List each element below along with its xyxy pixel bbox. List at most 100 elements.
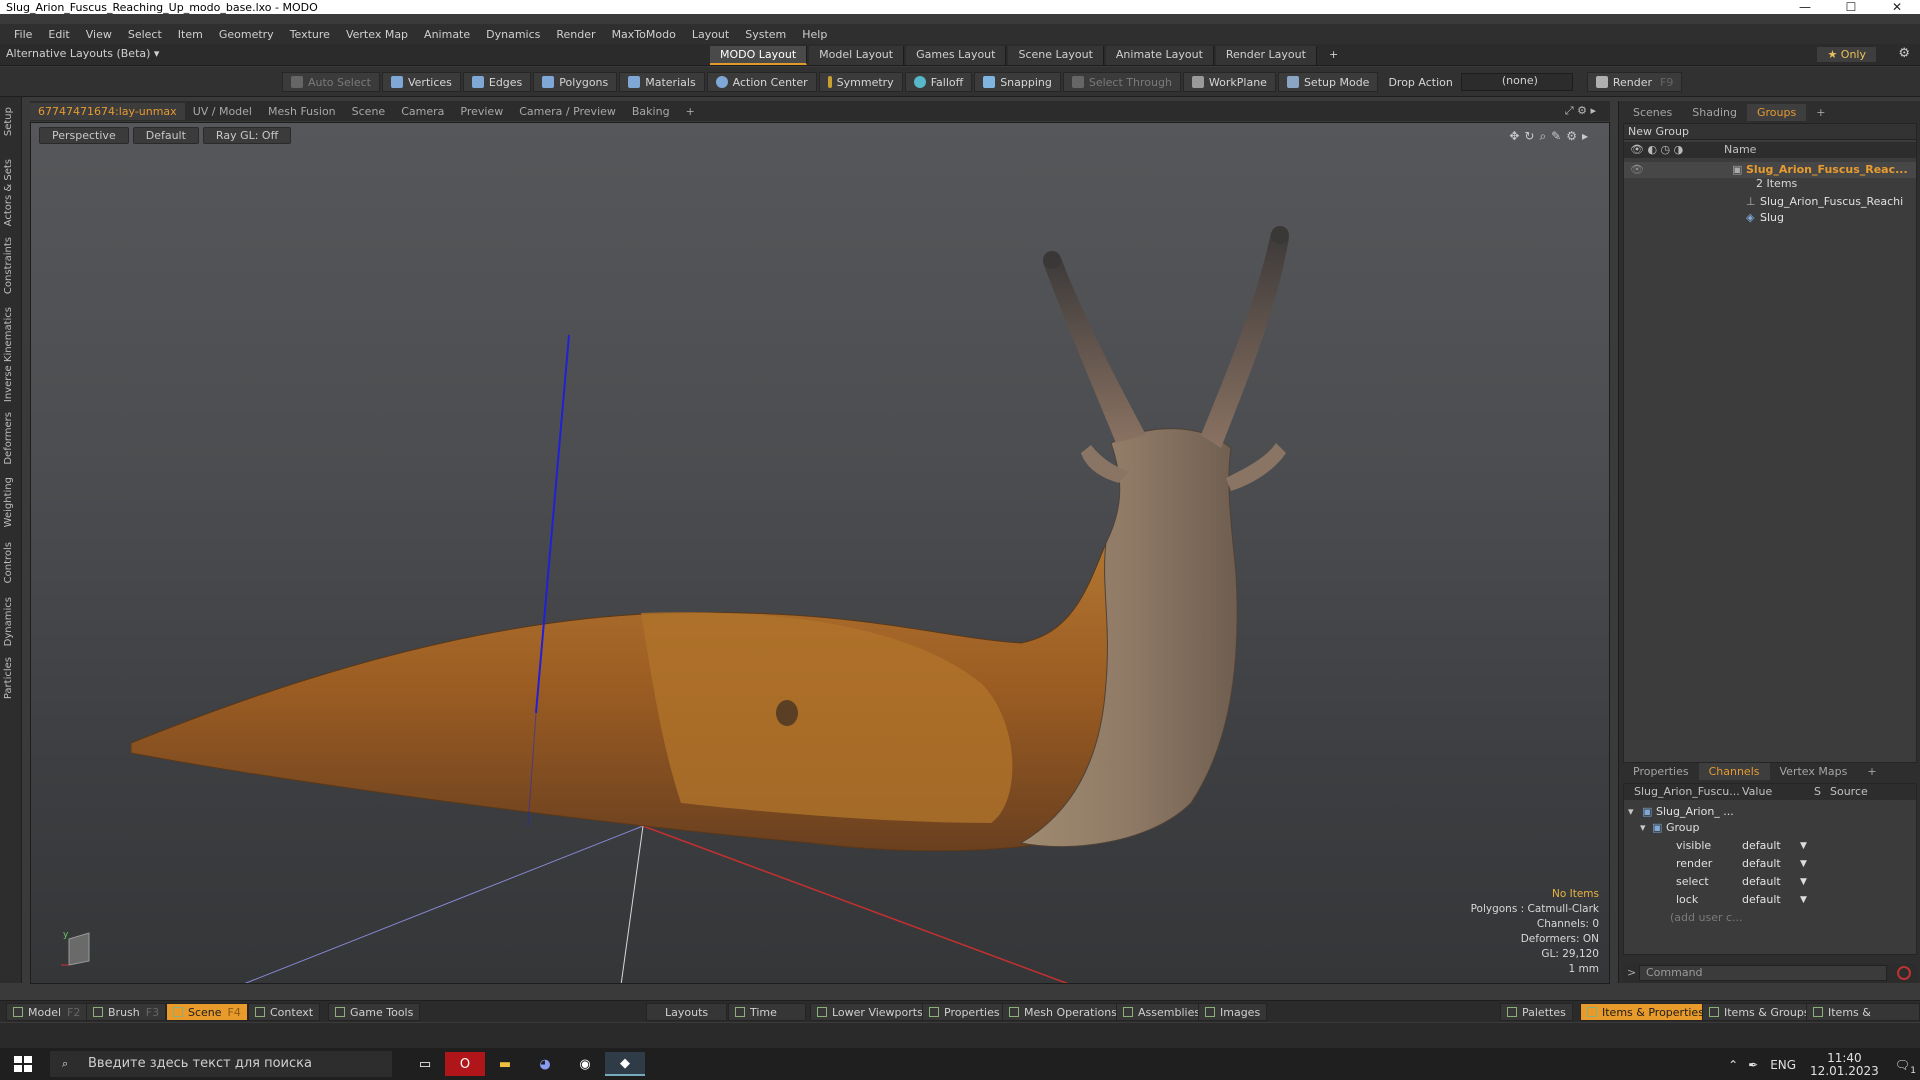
tab-lay-unmax[interactable]: 67747471674:lay-unmax (30, 102, 185, 120)
dropdown-arrow-icon[interactable]: ▼ (1800, 856, 1807, 872)
command-input[interactable]: Command (1639, 965, 1887, 981)
tray-chevron-icon[interactable]: ⌃ (1728, 1058, 1738, 1072)
images-button[interactable]: Images (1198, 1003, 1268, 1021)
context-button[interactable]: Context (248, 1003, 321, 1021)
chrome-icon[interactable]: ◉ (565, 1052, 605, 1076)
add-user-channel-row[interactable]: (add user c... (1624, 910, 1916, 926)
time-button[interactable]: Time (728, 1003, 806, 1021)
menu-system[interactable]: System (737, 28, 794, 41)
strip-setup[interactable]: Setup (3, 107, 14, 136)
dropdown-arrow-icon[interactable]: ▼ (1800, 874, 1807, 890)
tab-mesh-fusion[interactable]: Mesh Fusion (260, 103, 344, 120)
tab-render-layout[interactable]: Render Layout (1215, 46, 1317, 65)
tab-shading[interactable]: Shading (1682, 104, 1747, 121)
strip-dynamics[interactable]: Dynamics (3, 597, 14, 646)
tab-uv-model[interactable]: UV / Model (185, 103, 260, 120)
strip-inverse-kinematics[interactable]: Inverse Kinematics (3, 307, 14, 402)
select-through-button[interactable]: Select Through (1062, 72, 1181, 92)
items-groups-button[interactable]: Items & Groups (1702, 1003, 1817, 1021)
strip-particles[interactable]: Particles (3, 657, 14, 699)
tab-channels[interactable]: Channels (1698, 762, 1770, 780)
lock-value[interactable]: default (1742, 892, 1781, 908)
channel-row-select[interactable]: select default ▼ (1624, 874, 1916, 890)
opera-icon[interactable]: O (445, 1052, 485, 1076)
expand-gear-icon[interactable]: ⤢ ⚙ ▸ (1557, 102, 1604, 120)
menu-dynamics[interactable]: Dynamics (478, 28, 548, 41)
strip-actors-sets[interactable]: Actors & Sets (3, 159, 14, 226)
menu-texture[interactable]: Texture (282, 28, 338, 41)
materials-button[interactable]: Materials (619, 72, 705, 92)
language-indicator[interactable]: ENG (1770, 1058, 1796, 1072)
channel-row-visible[interactable]: visible default ▼ (1624, 838, 1916, 854)
expand-arrow-icon[interactable]: ▾ (1640, 820, 1646, 836)
tab-scene-layout[interactable]: Scene Layout (1008, 46, 1104, 65)
workplane-button[interactable]: WorkPlane (1182, 72, 1276, 92)
close-button[interactable]: ✕ (1874, 0, 1920, 14)
drop-action-select[interactable]: (none) (1460, 73, 1573, 91)
expand-arrow-icon[interactable]: ▾ (1628, 804, 1634, 820)
menu-render[interactable]: Render (548, 28, 603, 41)
symmetry-button[interactable]: Symmetry (818, 72, 903, 92)
group-child-row[interactable]: ⊥ Slug_Arion_Fuscus_Reachi ... (1624, 194, 1916, 224)
lower-viewports-button[interactable]: Lower Viewports (810, 1003, 930, 1021)
group-child-row[interactable]: ◈ Slug (1624, 210, 1916, 226)
clock[interactable]: 11:40 12.01.2023 (1810, 1052, 1879, 1078)
falloff-button[interactable]: Falloff (904, 72, 973, 92)
menu-layout[interactable]: Layout (684, 28, 737, 41)
assemblies-button[interactable]: Assemblies (1116, 1003, 1208, 1021)
discord-icon[interactable]: ◕ (525, 1052, 565, 1076)
modo-icon[interactable]: ◆ (605, 1052, 645, 1076)
tab-camera-preview[interactable]: Camera / Preview (511, 103, 624, 120)
channel-group-row[interactable]: ▾ ▣ Group (1624, 820, 1916, 836)
add-panel-tab-button[interactable]: + (1806, 104, 1835, 121)
tab-scenes[interactable]: Scenes (1623, 104, 1682, 121)
menu-help[interactable]: Help (794, 28, 835, 41)
strip-constraints[interactable]: Constraints (3, 237, 14, 294)
add-layout-button[interactable]: + (1319, 46, 1348, 65)
menu-item[interactable]: Item (170, 28, 211, 41)
items-shading-button[interactable]: Items & Shading (1806, 1003, 1920, 1037)
tab-properties[interactable]: Properties (1623, 763, 1699, 780)
add-user-channel[interactable]: (add user c... (1670, 910, 1743, 926)
edges-button[interactable]: Edges (462, 72, 532, 92)
tab-animate-layout[interactable]: Animate Layout (1105, 46, 1214, 65)
menu-vertex-map[interactable]: Vertex Map (338, 28, 416, 41)
channel-row-lock[interactable]: lock default ▼ (1624, 892, 1916, 908)
channel-row-render[interactable]: render default ▼ (1624, 856, 1916, 872)
scene-button[interactable]: Scene F4 (166, 1003, 248, 1021)
strip-controls[interactable]: Controls (3, 542, 14, 583)
tab-camera[interactable]: Camera (393, 103, 452, 120)
menu-view[interactable]: View (78, 28, 120, 41)
mesh-operations-button[interactable]: Mesh Operations (1002, 1003, 1124, 1021)
add-tab-button[interactable]: + (678, 103, 703, 120)
palettes-button[interactable]: Palettes (1500, 1003, 1573, 1021)
properties-button[interactable]: Properties (922, 1003, 1007, 1021)
alternative-layouts-dropdown[interactable]: Alternative Layouts (Beta) ▾ (6, 47, 159, 60)
notifications-icon[interactable]: 🗨 1 (1895, 1058, 1916, 1076)
menu-geometry[interactable]: Geometry (211, 28, 282, 41)
file-explorer-icon[interactable]: ▬ (485, 1052, 525, 1076)
layouts-button[interactable]: Layouts (646, 1003, 728, 1021)
minimize-button[interactable]: — (1782, 0, 1828, 14)
polygons-button[interactable]: Polygons (533, 72, 618, 92)
action-center-button[interactable]: Action Center (706, 72, 817, 92)
strip-deformers[interactable]: Deformers (3, 412, 14, 465)
menu-animate[interactable]: Animate (416, 28, 478, 41)
tab-model-layout[interactable]: Model Layout (809, 46, 905, 65)
gear-icon[interactable]: ⚙ (1898, 46, 1910, 61)
menu-edit[interactable]: Edit (40, 28, 77, 41)
items-properties-button[interactable]: Items & Properties (1580, 1003, 1711, 1021)
tab-games-layout[interactable]: Games Layout (906, 46, 1007, 65)
task-view-icon[interactable]: ▭ (405, 1052, 445, 1076)
channel-item-row[interactable]: ▾ ▣ Slug_Arion_ ... (1624, 804, 1916, 820)
menu-maxtomodo[interactable]: MaxToModo (604, 28, 684, 41)
taskbar-search-input[interactable]: Введите здесь текст для поиска (50, 1051, 392, 1077)
tab-preview[interactable]: Preview (452, 103, 511, 120)
3d-viewport[interactable]: Perspective Default Ray GL: Off ✥↻⌕✎⚙▸ y… (30, 122, 1610, 984)
add-properties-tab-button[interactable]: + (1857, 763, 1886, 780)
dropdown-arrow-icon[interactable]: ▼ (1800, 892, 1807, 908)
render-value[interactable]: default (1742, 856, 1781, 872)
select-value[interactable]: default (1742, 874, 1781, 890)
snapping-button[interactable]: Snapping (974, 72, 1061, 92)
auto-select-button[interactable]: Auto Select (282, 72, 380, 92)
